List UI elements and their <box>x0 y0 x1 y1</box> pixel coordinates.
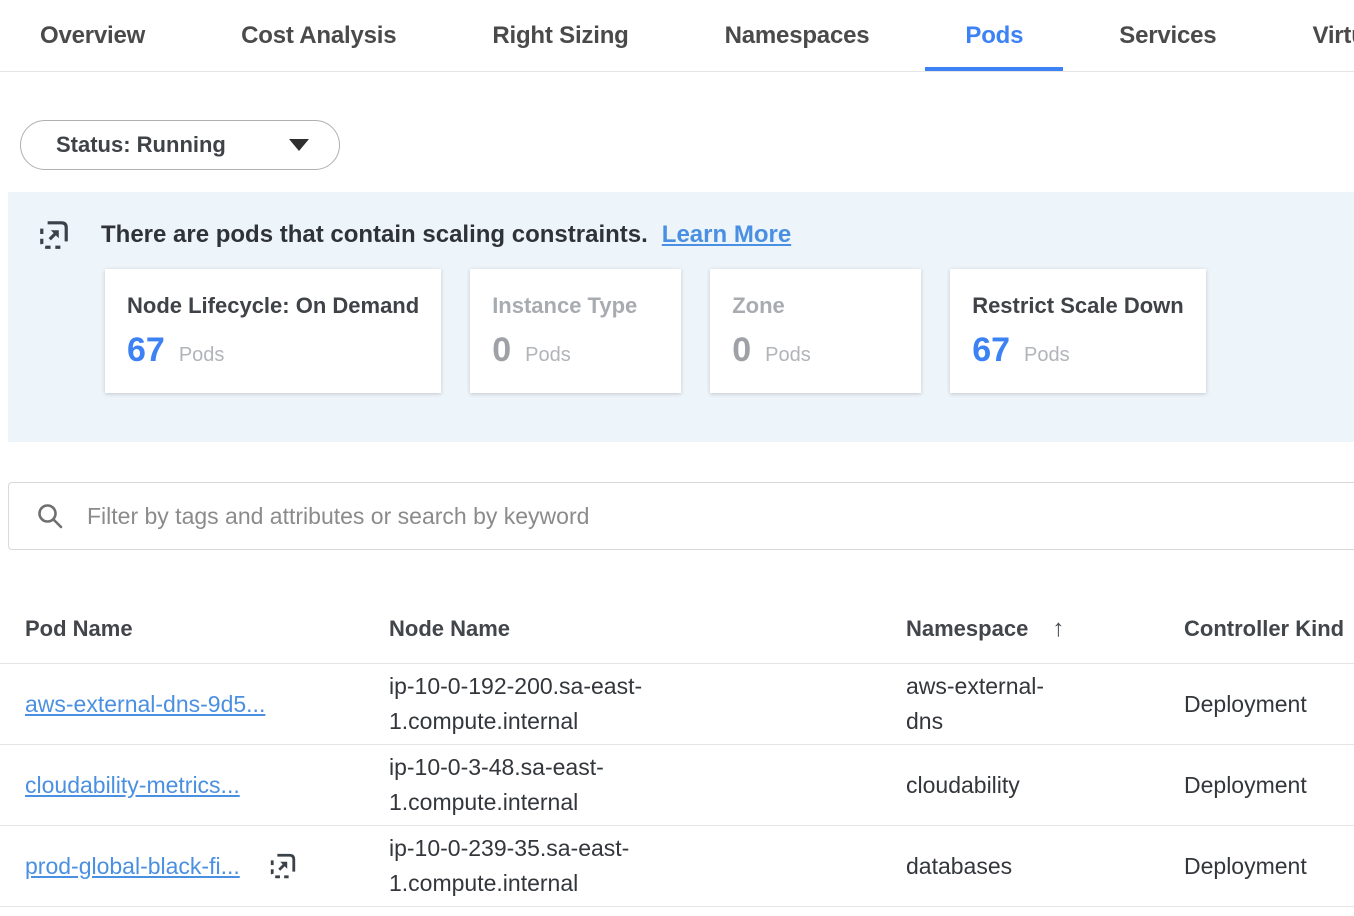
column-header[interactable]: Node Name ↑ <box>389 616 906 642</box>
learn-more-link[interactable]: Learn More <box>662 221 791 249</box>
scaling-constraints-banner: There are pods that contain scaling cons… <box>8 192 1354 442</box>
column-header-label: Namespace <box>906 616 1028 642</box>
search-icon <box>36 502 64 535</box>
table-row: cloudability-metrics... ip-10-0-3-48.sa-… <box>0 745 1354 826</box>
tab-cost-analysis[interactable]: Cost Analysis <box>201 0 436 71</box>
column-header[interactable]: Controller Kind ↑ <box>1184 616 1354 642</box>
status-filter-label: Status: Running <box>56 132 226 158</box>
pod-name-link[interactable]: aws-external-dns-9d5... <box>25 691 265 718</box>
constraint-cards: Node Lifecycle: On Demand 67 Pods Instan… <box>105 269 1354 393</box>
tab-label: Overview <box>40 22 145 50</box>
constraint-card[interactable]: Node Lifecycle: On Demand 67 Pods <box>105 269 441 393</box>
table-row: aws-external-dns-9d5... ip-10-0-192-200.… <box>0 664 1354 745</box>
tab-label: Pods <box>965 22 1023 50</box>
card-value-row: 67 Pods <box>127 331 419 370</box>
tab-namespaces[interactable]: Namespaces <box>685 0 910 71</box>
banner-message: There are pods that contain scaling cons… <box>101 221 648 249</box>
tab-label: Cost Analysis <box>241 22 396 50</box>
table-header-row: Pod Name ↑ Node Name ↑ Namespace ↑ Contr… <box>0 594 1354 664</box>
banner-message-row: There are pods that contain scaling cons… <box>8 192 1354 252</box>
namespace: aws-external-dns <box>906 669 1066 739</box>
tab-label: Services <box>1119 22 1216 50</box>
pod-name-cell: aws-external-dns-9d5... <box>25 691 389 718</box>
node-name-cell: ip-10-0-239-35.sa-east-1.compute.interna… <box>389 831 906 901</box>
caret-down-icon <box>289 139 309 151</box>
controller-kind-cell: Deployment <box>1184 853 1354 880</box>
constraint-card[interactable]: Restrict Scale Down 67 Pods <box>950 269 1206 393</box>
pod-name-link[interactable]: prod-global-black-fi... <box>25 853 240 880</box>
card-unit: Pods <box>525 344 571 367</box>
pods-table: Pod Name ↑ Node Name ↑ Namespace ↑ Contr… <box>0 594 1354 907</box>
namespace: cloudability <box>906 768 1066 803</box>
pod-name-cell: cloudability-metrics... <box>25 772 389 799</box>
tab-pods[interactable]: Pods <box>925 0 1063 71</box>
card-title: Zone <box>732 293 899 319</box>
column-header[interactable]: Pod Name ↑ <box>25 616 389 642</box>
pod-name-cell: prod-global-black-fi... <box>25 851 389 881</box>
card-title: Restrict Scale Down <box>972 293 1184 319</box>
column-header-label: Node Name <box>389 616 510 642</box>
column-header[interactable]: Namespace ↑ <box>906 615 1184 643</box>
card-value: 0 <box>732 331 751 370</box>
node-name: ip-10-0-239-35.sa-east-1.compute.interna… <box>389 831 654 901</box>
card-title: Node Lifecycle: On Demand <box>127 293 419 319</box>
namespace-cell: databases <box>906 849 1184 884</box>
search-input[interactable] <box>8 482 1354 550</box>
controller-kind-cell: Deployment <box>1184 772 1354 799</box>
node-name-cell: ip-10-0-192-200.sa-east-1.compute.intern… <box>389 669 906 739</box>
tab-overview[interactable]: Overview <box>0 0 185 71</box>
table-body: aws-external-dns-9d5... ip-10-0-192-200.… <box>0 664 1354 907</box>
tab-bar: Overview Cost Analysis Right Sizing Name… <box>0 0 1354 72</box>
card-unit: Pods <box>179 344 225 367</box>
card-value: 67 <box>972 331 1010 370</box>
tab-services[interactable]: Services <box>1079 0 1256 71</box>
card-value-row: 67 Pods <box>972 331 1184 370</box>
arrow-up-icon[interactable]: ↑ <box>1052 615 1064 643</box>
constraint-card[interactable]: Zone 0 Pods <box>710 269 921 393</box>
scale-out-icon <box>268 851 298 881</box>
namespace: databases <box>906 849 1066 884</box>
node-name-cell: ip-10-0-3-48.sa-east-1.compute.internal <box>389 750 906 820</box>
controller-kind-cell: Deployment <box>1184 691 1354 718</box>
card-value: 0 <box>492 331 511 370</box>
table-row: prod-global-black-fi... ip-10-0-239-35.s… <box>0 826 1354 907</box>
status-filter-dropdown[interactable]: Status: Running <box>20 120 340 170</box>
card-value: 67 <box>127 331 165 370</box>
namespace-cell: aws-external-dns <box>906 669 1184 739</box>
filter-search-bar <box>8 482 1354 550</box>
constraint-card[interactable]: Instance Type 0 Pods <box>470 269 681 393</box>
card-unit: Pods <box>765 344 811 367</box>
card-title: Instance Type <box>492 293 659 319</box>
card-unit: Pods <box>1024 344 1070 367</box>
card-value-row: 0 Pods <box>732 331 899 370</box>
node-name: ip-10-0-192-200.sa-east-1.compute.intern… <box>389 669 654 739</box>
tab-label: Virtu <box>1312 22 1354 50</box>
namespace-cell: cloudability <box>906 768 1184 803</box>
node-name: ip-10-0-3-48.sa-east-1.compute.internal <box>389 750 654 820</box>
tab-label: Right Sizing <box>492 22 628 50</box>
tab-right-sizing[interactable]: Right Sizing <box>452 0 668 71</box>
column-header-label: Controller Kind <box>1184 616 1344 642</box>
card-value-row: 0 Pods <box>492 331 659 370</box>
pod-name-link[interactable]: cloudability-metrics... <box>25 772 240 799</box>
column-header-label: Pod Name <box>25 616 133 642</box>
scale-out-icon <box>37 218 71 252</box>
tab-virtual[interactable]: Virtu <box>1272 0 1354 71</box>
tab-label: Namespaces <box>725 22 870 50</box>
